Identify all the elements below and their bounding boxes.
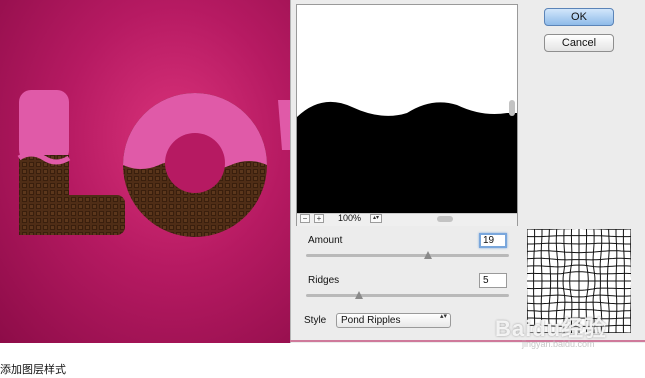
canvas-artwork xyxy=(0,0,290,343)
preview-zoom-bar xyxy=(297,213,517,226)
amount-slider-track[interactable] xyxy=(306,254,509,257)
zoom-in-button[interactable]: + xyxy=(314,214,324,223)
ridges-slider-track[interactable] xyxy=(306,294,509,297)
lov-artwork xyxy=(17,90,290,237)
amount-field[interactable]: 19 xyxy=(479,233,507,248)
zoom-stepper[interactable]: ▴▾ xyxy=(370,214,382,223)
preview-vertical-scrollbar[interactable] xyxy=(509,100,515,116)
ok-button[interactable]: OK xyxy=(544,8,614,26)
preview-horizontal-scrollbar[interactable] xyxy=(437,216,453,222)
amount-label: Amount xyxy=(308,235,343,246)
cancel-button[interactable]: Cancel xyxy=(544,34,614,52)
zoom-level-text: 100% xyxy=(338,213,362,223)
ridges-field[interactable]: 5 xyxy=(479,273,507,288)
filter-preview[interactable] xyxy=(296,4,518,226)
style-chevron-icon: ▴▾ xyxy=(440,313,448,320)
letter-v-partial xyxy=(278,100,290,150)
ridges-slider-thumb[interactable] xyxy=(354,291,363,299)
letter-o xyxy=(123,93,267,237)
zoom-out-button[interactable]: − xyxy=(300,214,310,223)
amount-slider-thumb[interactable] xyxy=(423,251,432,259)
ridges-label: Ridges xyxy=(308,275,340,286)
letter-l xyxy=(17,90,125,235)
style-label: Style xyxy=(304,315,327,326)
caption-text: 添加图层样式 xyxy=(0,364,66,376)
style-select[interactable]: Pond Ripples xyxy=(336,313,451,328)
preview-image xyxy=(297,101,517,225)
watermark-url: jingyan.baidu.com xyxy=(522,339,595,349)
